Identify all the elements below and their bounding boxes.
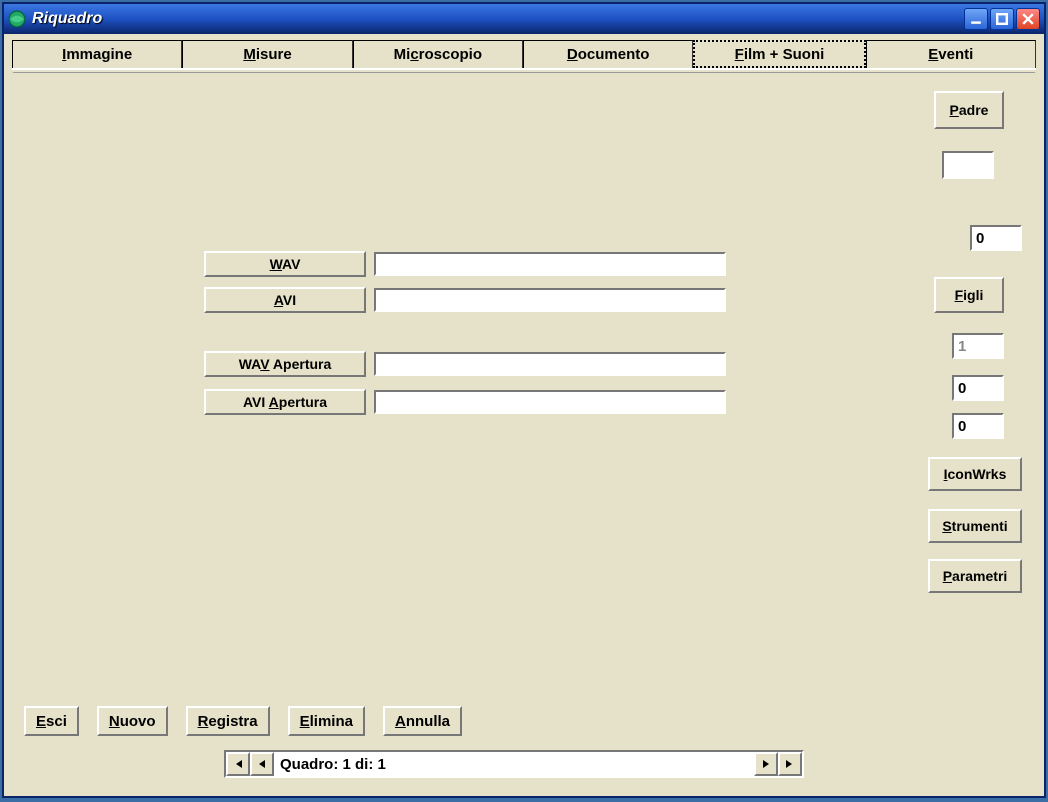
parametri-button[interactable]: Parametri — [928, 559, 1022, 593]
nuovo-button[interactable]: Nuovo — [97, 706, 168, 736]
avi-apertura-button[interactable]: AVI Apertura — [204, 389, 366, 415]
wav-input[interactable] — [374, 252, 726, 276]
avi-input[interactable] — [374, 288, 726, 312]
figli-value-2[interactable] — [952, 375, 1004, 401]
title-bar: Riquadro — [4, 4, 1044, 34]
client-area: Immagine Misure Microscopio Documento Fi… — [4, 34, 1044, 796]
app-window: Riquadro Immagine Misure Microscopio Doc… — [2, 2, 1046, 798]
padre-text-input[interactable] — [942, 151, 994, 179]
app-icon — [8, 10, 26, 28]
wav-button[interactable]: WAV — [204, 251, 366, 277]
figli-value-3[interactable] — [952, 413, 1004, 439]
padre-value-input[interactable] — [970, 225, 1022, 251]
tab-content: WAV AVI WAV Apertura AVI Apertura Padre … — [12, 72, 1036, 790]
tab-microscopio[interactable]: Microscopio — [353, 40, 523, 68]
wav-apertura-input[interactable] — [374, 352, 726, 376]
strumenti-button[interactable]: Strumenti — [928, 509, 1022, 543]
tab-film-suoni[interactable]: Film + Suoni — [693, 40, 865, 68]
tab-bar: Immagine Misure Microscopio Documento Fi… — [12, 40, 1036, 70]
window-title: Riquadro — [32, 10, 102, 28]
nav-first-button[interactable] — [226, 752, 250, 776]
close-button[interactable] — [1016, 8, 1040, 30]
padre-button[interactable]: Padre — [934, 91, 1004, 129]
nav-status-text: Quadro: 1 di: 1 — [274, 752, 754, 776]
tab-immagine[interactable]: Immagine — [12, 40, 182, 68]
maximize-button[interactable] — [990, 8, 1014, 30]
record-navigator: Quadro: 1 di: 1 — [224, 750, 804, 778]
nav-prev-button[interactable] — [250, 752, 274, 776]
esci-button[interactable]: Esci — [24, 706, 79, 736]
avi-button[interactable]: AVI — [204, 287, 366, 313]
minimize-button[interactable] — [964, 8, 988, 30]
annulla-button[interactable]: Annulla — [383, 706, 462, 736]
bottom-button-row: Esci Nuovo Registra Elimina Annulla — [24, 706, 462, 736]
nav-last-button[interactable] — [778, 752, 802, 776]
figli-value-1 — [952, 333, 1004, 359]
iconwrks-button[interactable]: IconWrks — [928, 457, 1022, 491]
tab-documento[interactable]: Documento — [523, 40, 693, 68]
avi-apertura-input[interactable] — [374, 390, 726, 414]
wav-apertura-button[interactable]: WAV Apertura — [204, 351, 366, 377]
tab-eventi[interactable]: Eventi — [866, 40, 1036, 68]
figli-button[interactable]: Figli — [934, 277, 1004, 313]
elimina-button[interactable]: Elimina — [288, 706, 365, 736]
registra-button[interactable]: Registra — [186, 706, 270, 736]
tab-misure[interactable]: Misure — [182, 40, 352, 68]
nav-next-button[interactable] — [754, 752, 778, 776]
